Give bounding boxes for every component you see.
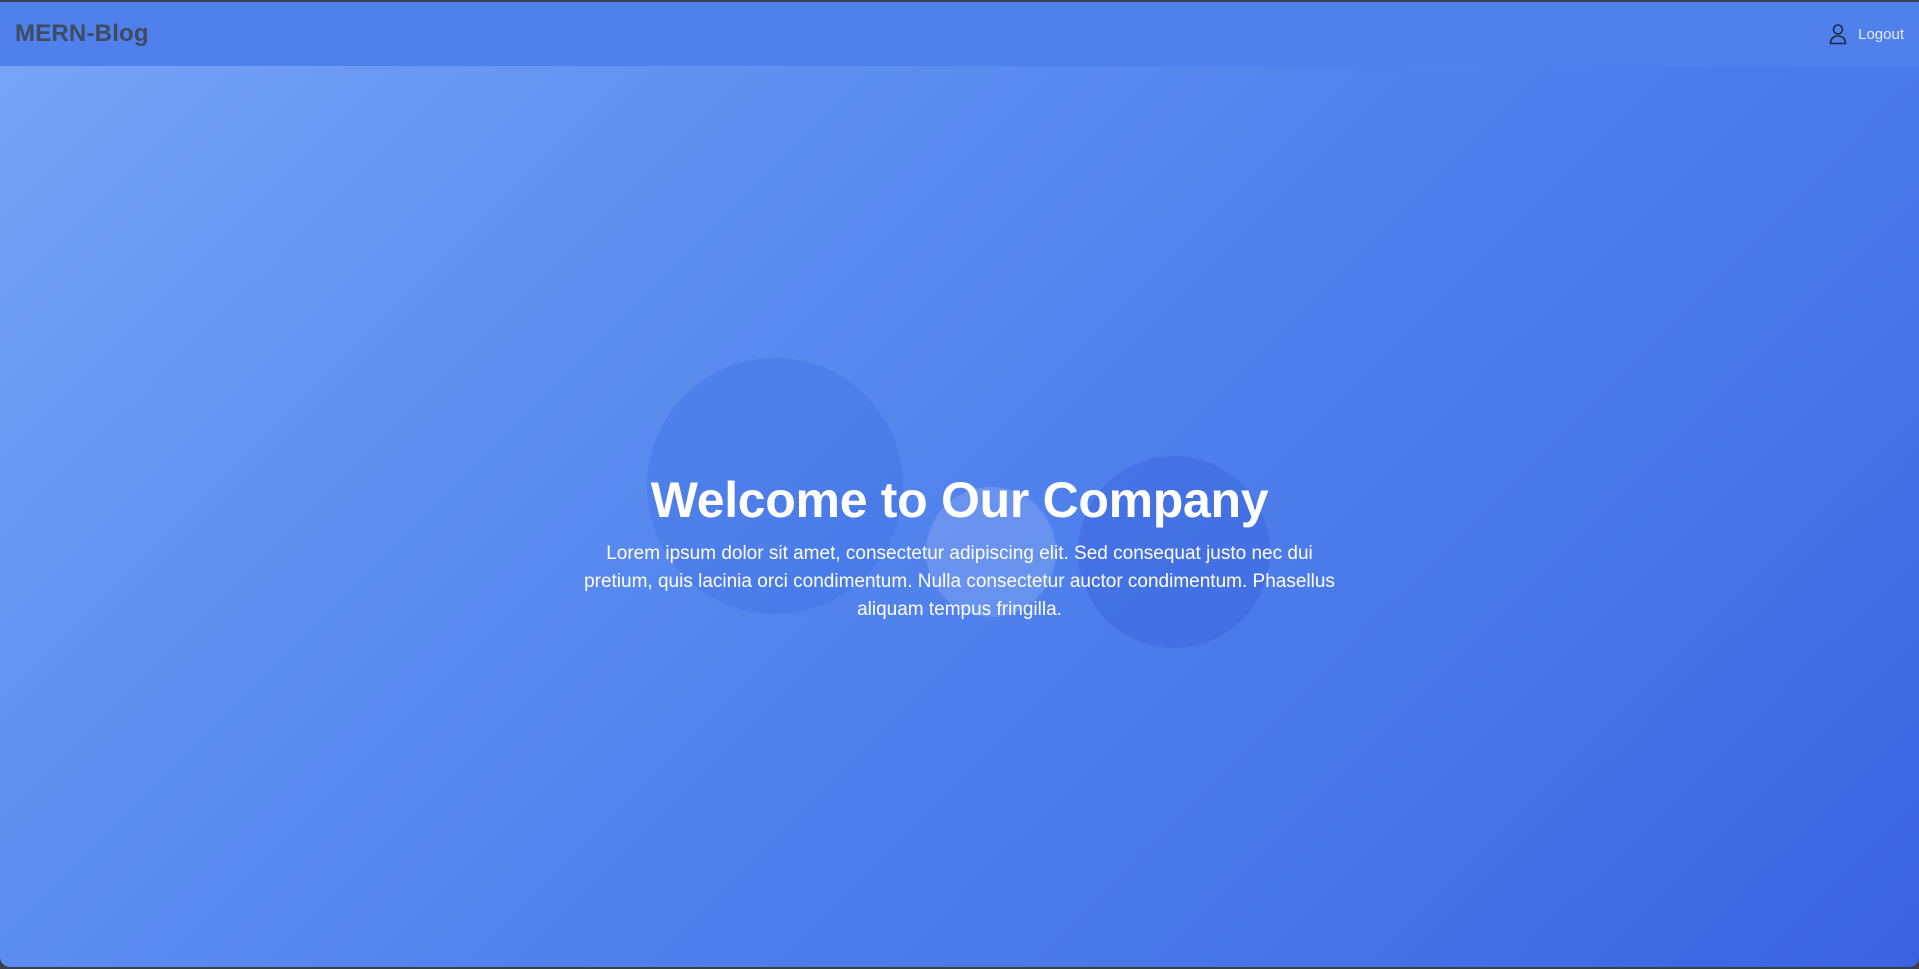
user-icon bbox=[1829, 24, 1847, 45]
navbar: MERN-Blog Logout bbox=[0, 2, 1919, 66]
logout-button[interactable]: Logout bbox=[1828, 23, 1904, 45]
hero-content: Welcome to Our Company Lorem ipsum dolor… bbox=[0, 470, 1919, 624]
app-window: MERN-Blog Logout Welcome to Our Company … bbox=[0, 2, 1919, 967]
brand-logo[interactable]: MERN-Blog bbox=[15, 20, 149, 48]
logout-label: Logout bbox=[1858, 25, 1904, 43]
hero-title: Welcome to Our Company bbox=[650, 472, 1269, 528]
hero-section: Welcome to Our Company Lorem ipsum dolor… bbox=[0, 66, 1919, 967]
hero-description: Lorem ipsum dolor sit amet, consectetur … bbox=[584, 543, 1335, 620]
